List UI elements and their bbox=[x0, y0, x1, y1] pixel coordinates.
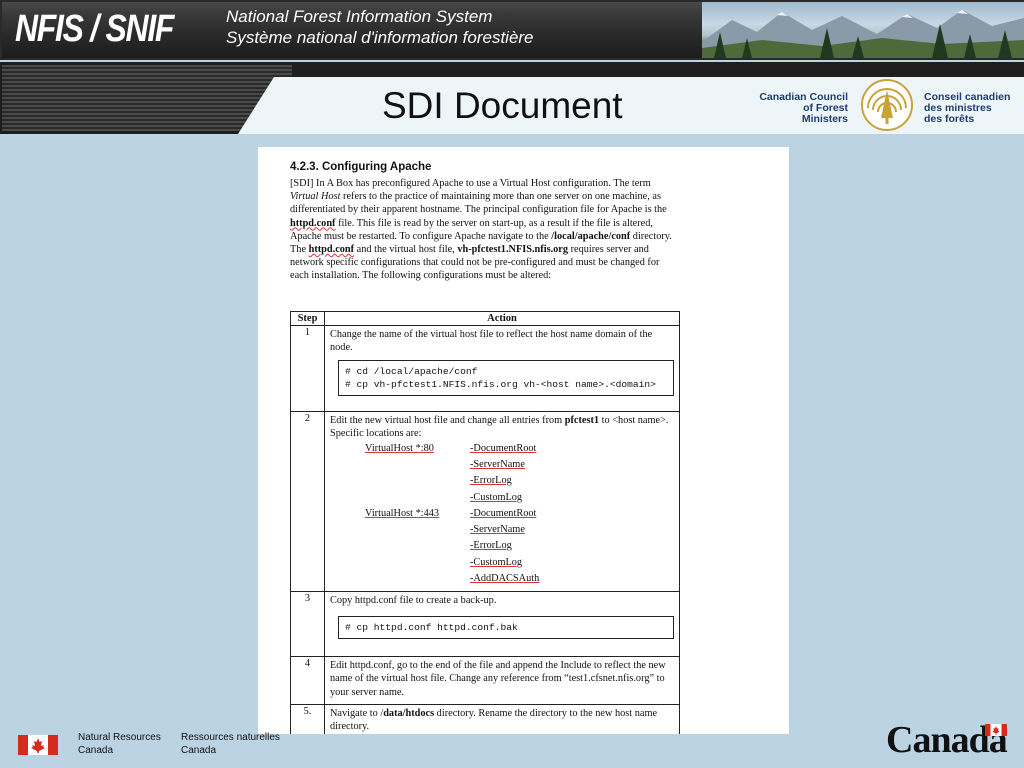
step-action: Change the name of the virtual host file… bbox=[324, 325, 680, 413]
table-row: 3 Copy httpd.conf file to create a back-… bbox=[290, 591, 680, 658]
step-text: Copy httpd.conf file to create a back-up… bbox=[330, 595, 497, 607]
council-name-en: Canadian Council of Forest Ministers bbox=[759, 91, 848, 125]
intro-paragraph: [SDI] In A Box has preconfigured Apache … bbox=[290, 178, 672, 282]
system-name: National Forest Information System Systè… bbox=[226, 6, 534, 48]
step-text: Edit httpd.conf, go to the end of the fi… bbox=[330, 660, 666, 698]
system-name-en: National Forest Information System bbox=[226, 7, 493, 26]
system-name-fr: Système national d'information forestièr… bbox=[226, 28, 534, 47]
step-action: Navigate to /data/htdocs directory. Rena… bbox=[324, 704, 680, 734]
table-row: 2 Edit the new virtual host file and cha… bbox=[290, 411, 680, 593]
wordmark-flag-icon bbox=[985, 724, 1007, 736]
canada-flag-icon bbox=[18, 735, 58, 755]
step-action: Edit httpd.conf, go to the end of the fi… bbox=[324, 656, 680, 706]
nfis-brand: NFIS / SNIF bbox=[15, 8, 174, 50]
table-row: 5. Navigate to /data/htdocs directory. R… bbox=[290, 704, 680, 734]
step-number: 3 bbox=[290, 591, 325, 658]
table-row: 1 Change the name of the virtual host fi… bbox=[290, 325, 680, 413]
step-action: Copy httpd.conf file to create a back-up… bbox=[324, 591, 680, 658]
council-name-fr: Conseil canadien des ministres des forêt… bbox=[924, 91, 1011, 125]
section-heading: 4.2.3. Configuring Apache bbox=[290, 161, 432, 173]
action-column-header: Action bbox=[324, 310, 680, 327]
step-number: 1 bbox=[290, 325, 325, 413]
step-action: Edit the new virtual host file and chang… bbox=[324, 411, 680, 593]
department-name-en: Natural Resources Canada bbox=[78, 732, 161, 756]
step-text: Edit the new virtual host file and chang… bbox=[330, 415, 669, 440]
code-block: # cd /local/apache/conf # cp vh-pfctest1.… bbox=[338, 359, 674, 396]
vhost-443-label: VirtualHost *:443 bbox=[365, 507, 440, 519]
department-name-fr: Ressources naturelles Canada bbox=[181, 732, 280, 756]
table-row: 4 Edit httpd.conf, go to the end of the … bbox=[290, 656, 680, 706]
document-page: 4.2.3. Configuring Apache [SDI] In A Box… bbox=[258, 147, 789, 734]
council-logo-icon bbox=[861, 79, 913, 131]
banner-dark-panel: NFIS / SNIF National Forest Information … bbox=[2, 2, 702, 58]
steps-table: Step Action 1 Change the name of the vir… bbox=[290, 310, 680, 734]
step-number: 4 bbox=[290, 656, 325, 706]
top-banner: NFIS / SNIF National Forest Information … bbox=[0, 0, 1024, 60]
code-block: # cp httpd.conf httpd.conf.bak bbox=[338, 616, 674, 640]
step-text: Navigate to /data/htdocs directory. Rena… bbox=[330, 708, 658, 733]
vhost-80-label: VirtualHost *:80 bbox=[365, 442, 434, 454]
page-title: SDI Document bbox=[382, 85, 623, 126]
step-column-header: Step bbox=[290, 310, 325, 327]
table-header-row: Step Action bbox=[290, 310, 680, 327]
step-text: Change the name of the virtual host file… bbox=[330, 329, 653, 354]
mountain-landscape-image bbox=[702, 2, 1024, 58]
step-number: 5. bbox=[290, 704, 325, 734]
step-number: 2 bbox=[290, 411, 325, 593]
virtual-host-list: VirtualHost *:80 -DocumentRoot -ServerNa… bbox=[365, 442, 540, 584]
